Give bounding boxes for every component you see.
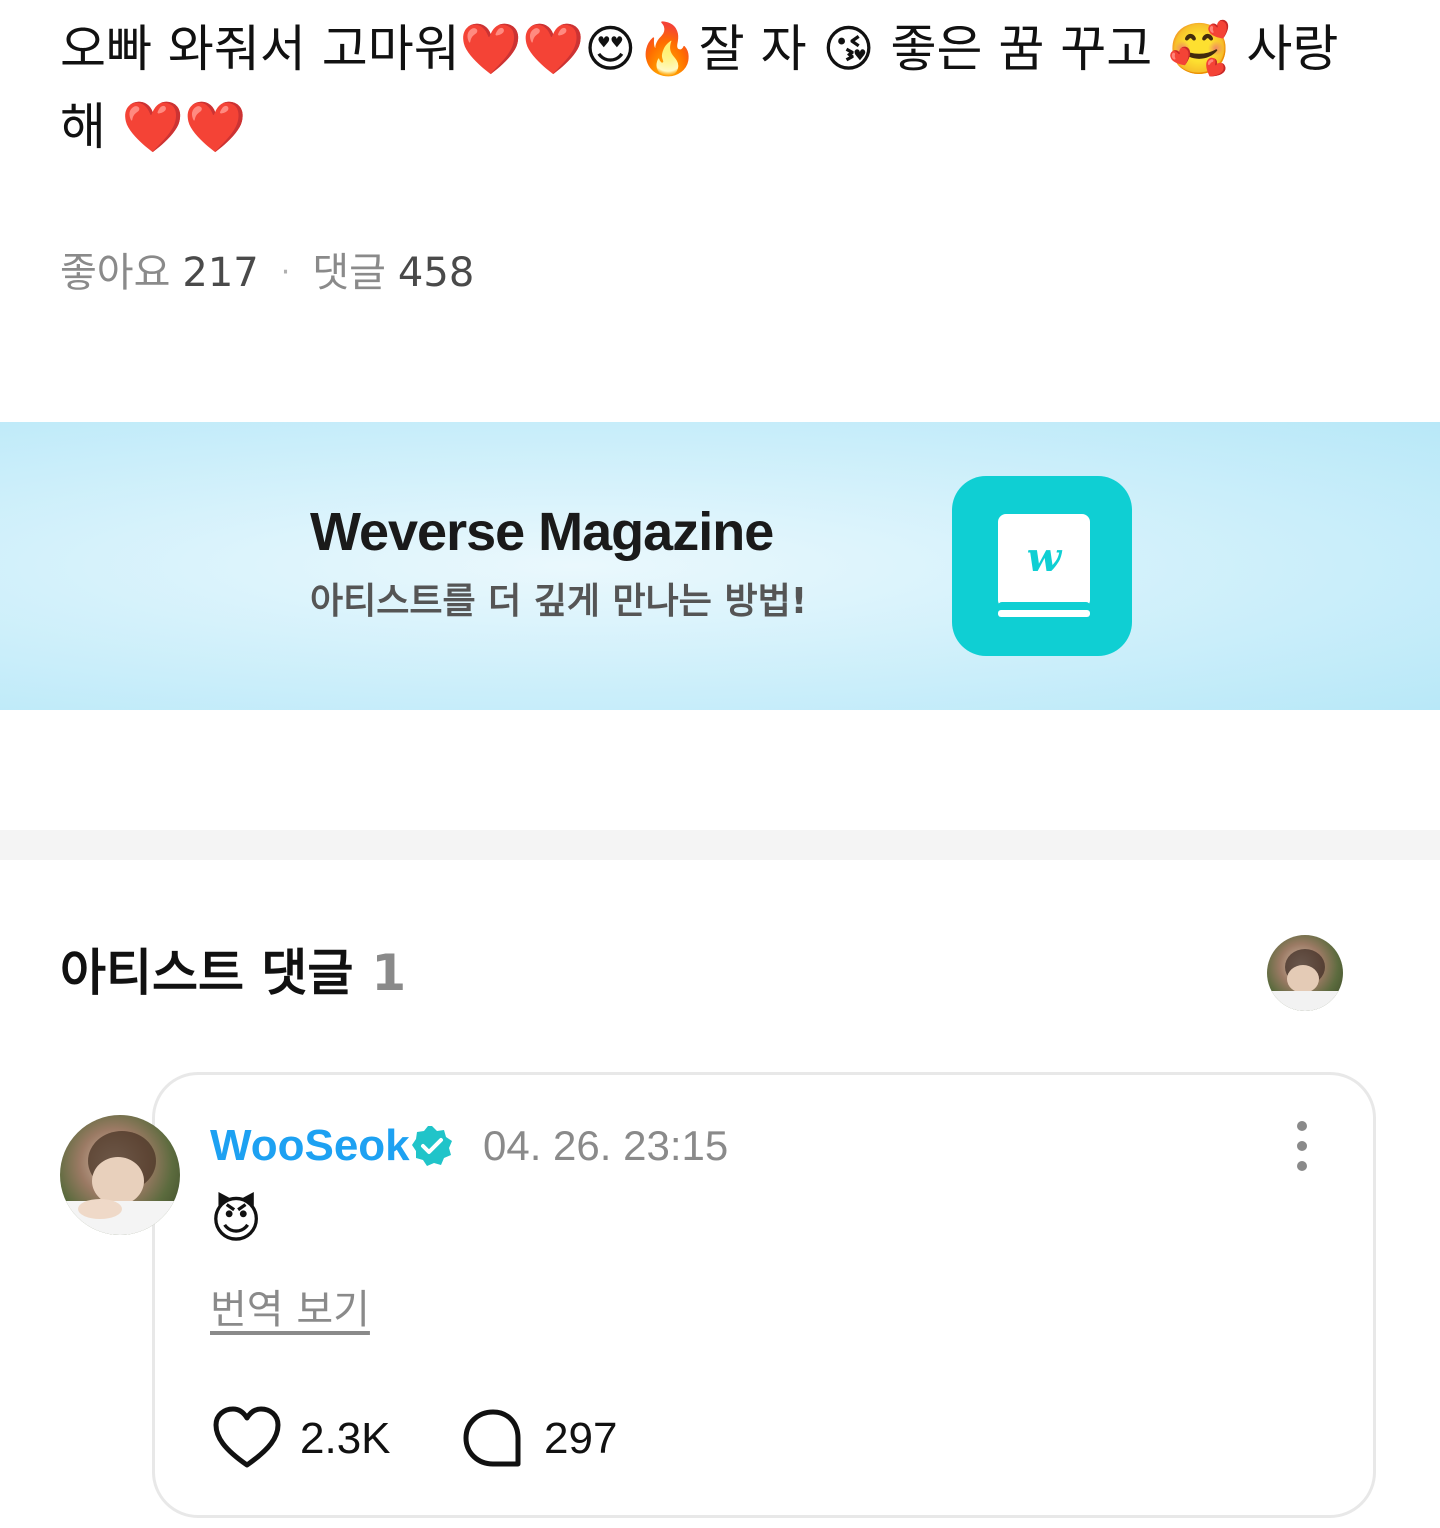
artist-avatar-small[interactable] bbox=[1267, 935, 1343, 1011]
stats-separator: · bbox=[280, 255, 291, 290]
translate-link[interactable]: 번역 보기 bbox=[210, 1282, 370, 1338]
comment-author-name[interactable]: WooSeok bbox=[210, 1118, 410, 1174]
artist-comments-count: 1 bbox=[371, 944, 407, 1002]
artist-comments-title: 아티스트 댓글 bbox=[60, 944, 354, 1002]
comment-timestamp: 04. 26. 23:15 bbox=[483, 1122, 729, 1169]
banner-title: Weverse Magazine bbox=[310, 502, 774, 562]
comment-like-count: 2.3K bbox=[300, 1414, 391, 1463]
reply-bubble-icon[interactable] bbox=[462, 1408, 524, 1470]
comments-count[interactable]: 458 bbox=[398, 245, 474, 301]
artist-comments-header: 아티스트 댓글 1 bbox=[60, 940, 406, 1006]
comment-reply-count: 297 bbox=[544, 1414, 618, 1463]
weverse-magazine-app-icon: w bbox=[952, 476, 1132, 656]
comment-body: 😈 bbox=[210, 1191, 263, 1249]
comments-label[interactable]: 댓글 bbox=[312, 245, 386, 301]
weverse-magazine-banner[interactable] bbox=[0, 422, 1440, 710]
likes-label[interactable]: 좋아요 bbox=[60, 245, 170, 301]
weverse-post-page: 오빠 와줘서 고마워❤️❤️😍🔥잘 자 😘 좋은 꿈 꾸고 🥰 사랑해 ❤️❤️… bbox=[0, 0, 1440, 1528]
artist-avatar[interactable] bbox=[60, 1115, 180, 1235]
section-divider bbox=[0, 830, 1440, 860]
banner-subtitle: 아티스트를 더 깊게 만나는 방법! bbox=[310, 581, 808, 622]
verified-badge-icon bbox=[410, 1124, 454, 1168]
more-options-icon[interactable] bbox=[1280, 1120, 1324, 1172]
post-text: 오빠 와줘서 고마워❤️❤️😍🔥잘 자 😘 좋은 꿈 꾸고 🥰 사랑해 ❤️❤️ bbox=[60, 20, 1339, 156]
post-stats: 좋아요 217 · 댓글 458 bbox=[60, 245, 474, 301]
likes-count[interactable]: 217 bbox=[182, 245, 258, 301]
heart-icon[interactable] bbox=[212, 1405, 282, 1471]
app-icon-letter: w bbox=[1027, 534, 1063, 581]
